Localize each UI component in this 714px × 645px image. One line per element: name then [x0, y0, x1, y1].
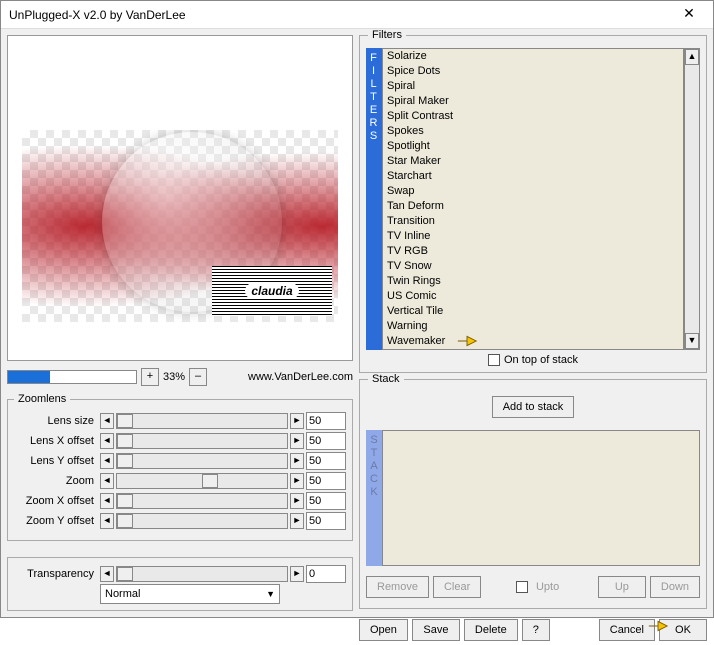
scroll-up-icon[interactable]: ▲ — [685, 49, 699, 65]
down-button[interactable]: Down — [650, 576, 700, 598]
upto-label: Upto — [532, 576, 563, 598]
filter-item[interactable]: Spiral — [383, 79, 683, 94]
chevron-down-icon: ▼ — [266, 589, 275, 599]
on-top-label: On top of stack — [504, 354, 578, 366]
slider-inc[interactable]: ► — [290, 473, 304, 489]
filter-item[interactable]: TV Inline — [383, 229, 683, 244]
stack-tab: STACK — [366, 430, 382, 566]
filter-item[interactable]: Warning — [383, 319, 683, 334]
slider-inc[interactable]: ► — [290, 493, 304, 509]
zoom-progress[interactable] — [7, 370, 137, 384]
add-to-stack-button[interactable]: Add to stack — [492, 396, 575, 418]
slider-inc[interactable]: ► — [290, 513, 304, 529]
slider-inc[interactable]: ► — [290, 433, 304, 449]
watermark: claudia — [212, 266, 332, 316]
slider-value[interactable] — [306, 512, 346, 530]
slider-value[interactable] — [306, 452, 346, 470]
filters-tab: FILTERS — [366, 48, 382, 350]
filters-legend: Filters — [368, 29, 406, 41]
filters-list[interactable]: SolarizeSpice DotsSpiralSpiral MakerSpli… — [382, 48, 684, 350]
slider-value[interactable] — [306, 432, 346, 450]
slider-track[interactable] — [116, 433, 288, 449]
slider-value[interactable] — [306, 412, 346, 430]
filter-item[interactable]: Star Maker — [383, 154, 683, 169]
slider-track[interactable] — [116, 473, 288, 489]
filter-item[interactable]: US Comic — [383, 289, 683, 304]
slider-inc[interactable]: ► — [290, 453, 304, 469]
zoom-percent: 33% — [163, 371, 185, 383]
cancel-button[interactable]: Cancel — [599, 619, 655, 641]
slider-value[interactable] — [306, 472, 346, 490]
stack-legend: Stack — [368, 373, 404, 385]
close-icon[interactable]: ✕ — [673, 5, 705, 25]
upto-checkbox[interactable] — [516, 581, 528, 593]
help-button[interactable]: ? — [522, 619, 550, 641]
slider-track[interactable] — [116, 513, 288, 529]
filter-item[interactable]: Twin Rings — [383, 274, 683, 289]
filter-item[interactable]: Spotlight — [383, 139, 683, 154]
preview-image: claudia — [22, 130, 338, 322]
delete-button[interactable]: Delete — [464, 619, 518, 641]
vendor-link[interactable]: www.VanDerLee.com — [248, 371, 353, 383]
transparency-inc[interactable]: ► — [290, 566, 304, 582]
slider-label: Zoom — [14, 475, 98, 487]
filter-item[interactable]: Swap — [383, 184, 683, 199]
filter-item[interactable]: Transition — [383, 214, 683, 229]
slider-label: Zoom X offset — [14, 495, 98, 507]
zoom-out-button[interactable]: – — [189, 368, 207, 386]
transparency-label: Transparency — [14, 568, 98, 580]
slider-label: Lens X offset — [14, 435, 98, 447]
transparency-value[interactable] — [306, 565, 346, 583]
filter-item[interactable]: Spokes — [383, 124, 683, 139]
slider-dec[interactable]: ◄ — [100, 493, 114, 509]
zoomlens-legend: Zoomlens — [14, 393, 70, 405]
save-button[interactable]: Save — [412, 619, 460, 641]
slider-label: Zoom Y offset — [14, 515, 98, 527]
slider-dec[interactable]: ◄ — [100, 413, 114, 429]
slider-track[interactable] — [116, 453, 288, 469]
filter-item[interactable]: Starchart — [383, 169, 683, 184]
filter-item[interactable]: Solarize — [383, 49, 683, 64]
slider-dec[interactable]: ◄ — [100, 513, 114, 529]
filter-item[interactable]: TV Snow — [383, 259, 683, 274]
filters-scrollbar[interactable]: ▲ ▼ — [684, 48, 700, 350]
ok-button[interactable]: OK — [659, 619, 707, 641]
stack-group: Stack Add to stack STACK Remove Clear Up… — [359, 379, 707, 609]
filter-item[interactable]: Split Contrast — [383, 109, 683, 124]
window-title: UnPlugged-X v2.0 by VanDerLee — [9, 8, 673, 22]
preview-panel: claudia — [7, 35, 353, 361]
slider-inc[interactable]: ► — [290, 413, 304, 429]
slider-dec[interactable]: ◄ — [100, 433, 114, 449]
filter-item[interactable]: Wavemaker — [383, 334, 683, 349]
open-button[interactable]: Open — [359, 619, 408, 641]
filter-item[interactable]: TV RGB — [383, 244, 683, 259]
slider-label: Lens size — [14, 415, 98, 427]
scroll-down-icon[interactable]: ▼ — [685, 333, 699, 349]
zoomlens-group: Zoomlens Lens size◄►Lens X offset◄►Lens … — [7, 393, 353, 541]
filter-item[interactable]: Vertical Tile — [383, 304, 683, 319]
slider-track[interactable] — [116, 493, 288, 509]
on-top-checkbox[interactable] — [488, 354, 500, 366]
slider-value[interactable] — [306, 492, 346, 510]
transparency-slider[interactable] — [116, 566, 288, 582]
filter-item[interactable]: Zoomlens — [383, 349, 683, 350]
remove-button[interactable]: Remove — [366, 576, 429, 598]
slider-dec[interactable]: ◄ — [100, 453, 114, 469]
stack-list[interactable] — [382, 430, 700, 566]
blend-mode-dropdown[interactable]: Normal ▼ — [100, 584, 280, 604]
transparency-dec[interactable]: ◄ — [100, 566, 114, 582]
slider-label: Lens Y offset — [14, 455, 98, 467]
slider-track[interactable] — [116, 413, 288, 429]
zoom-in-button[interactable]: + — [141, 368, 159, 386]
filter-item[interactable]: Tan Deform — [383, 199, 683, 214]
filter-item[interactable]: Spice Dots — [383, 64, 683, 79]
filters-group: Filters FILTERS SolarizeSpice DotsSpiral… — [359, 35, 707, 373]
slider-dec[interactable]: ◄ — [100, 473, 114, 489]
up-button[interactable]: Up — [598, 576, 646, 598]
clear-button[interactable]: Clear — [433, 576, 481, 598]
transparency-group: Transparency ◄ ► Normal ▼ — [7, 557, 353, 611]
filter-item[interactable]: Spiral Maker — [383, 94, 683, 109]
